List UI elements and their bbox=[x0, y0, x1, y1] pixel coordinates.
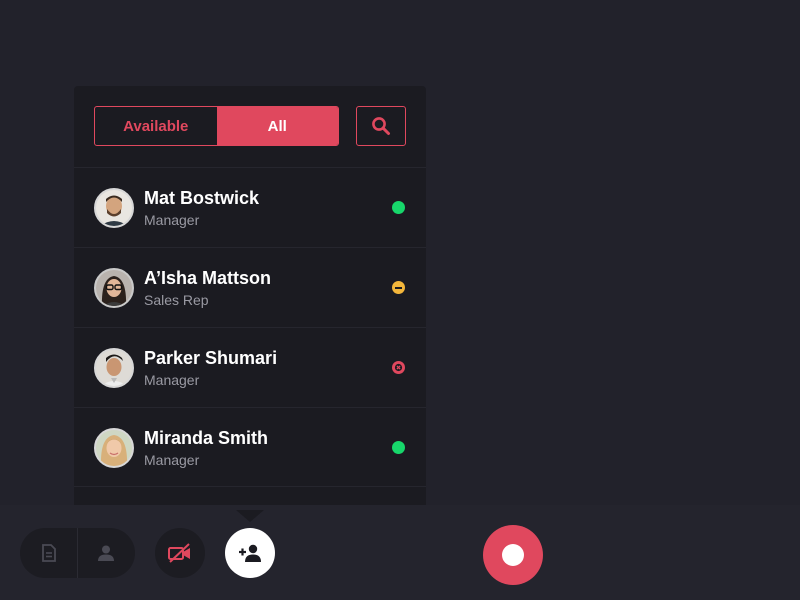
contact-name: Miranda Smith bbox=[144, 428, 269, 448]
contact-row[interactable]: Miranda Smith Manager bbox=[74, 407, 426, 487]
contact-name: Mat Bostwick bbox=[144, 188, 260, 208]
avatar bbox=[94, 348, 134, 388]
status-busy-icon bbox=[392, 281, 405, 294]
contact-list: Mat Bostwick Manager A’Isha Mattson Sale… bbox=[74, 167, 426, 487]
contacts-popup: Available All Mat Bostwick Manager A’Ish… bbox=[74, 86, 426, 511]
add-person-button[interactable] bbox=[225, 528, 275, 578]
contact-row[interactable]: Parker Shumari Manager bbox=[74, 327, 426, 407]
person-add-icon bbox=[239, 544, 261, 562]
contact-row[interactable]: A’Isha Mattson Sales Rep bbox=[74, 247, 426, 327]
app-stage: Available All Mat Bostwick Manager A’Ish… bbox=[0, 0, 800, 600]
divider bbox=[77, 528, 78, 578]
status-dnd-icon bbox=[392, 361, 405, 374]
search-button[interactable] bbox=[356, 106, 406, 146]
record-icon bbox=[502, 544, 524, 566]
status-available-icon bbox=[392, 441, 405, 454]
filter-available-button[interactable]: Available bbox=[95, 107, 217, 145]
filter-all-button[interactable]: All bbox=[216, 107, 338, 145]
contact-role: Manager bbox=[144, 452, 200, 468]
profile-button[interactable] bbox=[78, 528, 136, 578]
notes-button[interactable] bbox=[20, 528, 78, 578]
contact-row[interactable]: Mat Bostwick Manager bbox=[74, 167, 426, 247]
bottom-toolbar bbox=[0, 505, 800, 600]
contact-name: Parker Shumari bbox=[144, 348, 278, 368]
popup-header: Available All bbox=[74, 86, 426, 167]
contact-role: Sales Rep bbox=[144, 292, 209, 308]
contact-role: Manager bbox=[144, 372, 200, 388]
record-button[interactable] bbox=[483, 525, 543, 585]
search-icon bbox=[372, 117, 390, 135]
avatar bbox=[94, 428, 134, 468]
person-icon bbox=[98, 545, 115, 561]
status-available-icon bbox=[392, 201, 405, 214]
avatar bbox=[94, 188, 134, 228]
view-switcher bbox=[20, 528, 135, 578]
toggle-camera-button[interactable] bbox=[155, 528, 205, 578]
filter-toggle: Available All bbox=[94, 106, 339, 146]
avatar bbox=[94, 268, 134, 308]
video-off-icon bbox=[168, 543, 190, 563]
contact-name: A’Isha Mattson bbox=[144, 268, 272, 288]
document-icon bbox=[41, 544, 56, 562]
popup-caret bbox=[236, 510, 264, 522]
contact-role: Manager bbox=[144, 212, 200, 228]
